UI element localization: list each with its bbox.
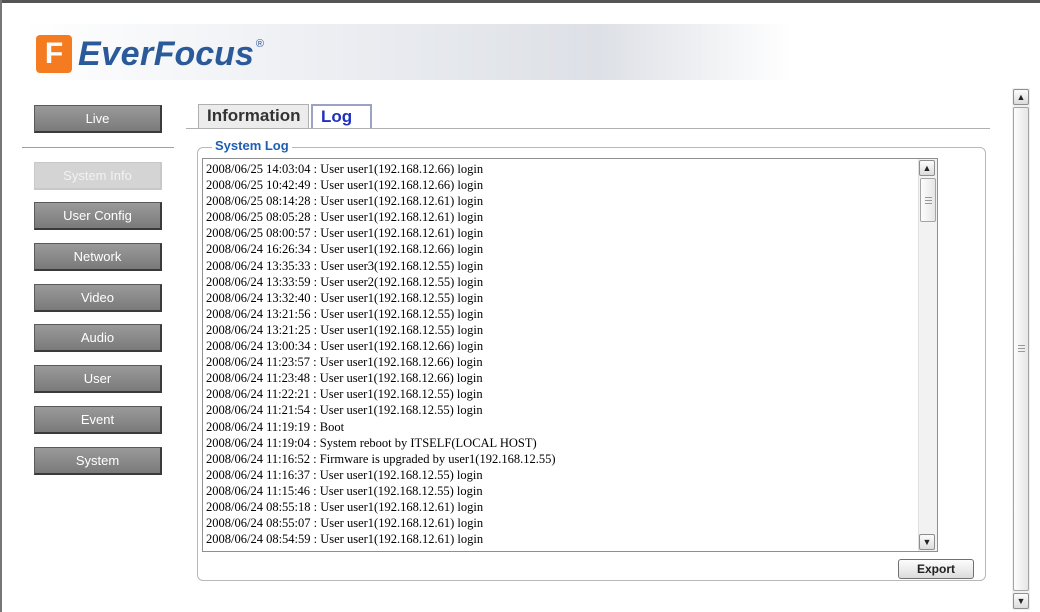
page-scroll-down-icon[interactable]: ▼ bbox=[1013, 593, 1029, 609]
log-entry: 2008/06/24 11:15:46 : User user1(192.168… bbox=[206, 483, 483, 498]
log-entry: 2008/06/24 08:55:07 : User user1(192.168… bbox=[206, 516, 484, 531]
log-scroll-up-icon[interactable]: ▲ bbox=[919, 160, 935, 176]
everfocus-logo: F Ever Focus ® bbox=[36, 32, 264, 76]
log-entry: 2008/06/24 11:21:54 : User user1(192.168… bbox=[206, 403, 483, 418]
thumb-grip-line bbox=[925, 203, 932, 204]
nav-event-button[interactable]: Event bbox=[34, 406, 162, 434]
log-entry: 2008/06/24 13:32:40 : User user1(192.168… bbox=[206, 290, 484, 305]
nav-user-button[interactable]: User bbox=[34, 365, 162, 393]
log-entry: 2008/06/24 11:22:21 : User user1(192.168… bbox=[206, 387, 483, 402]
system-log-textarea[interactable]: 2008/06/25 14:03:04 : User user1(192.168… bbox=[202, 158, 938, 552]
export-button[interactable]: Export bbox=[898, 559, 974, 579]
nav-live-button[interactable]: Live bbox=[34, 105, 162, 133]
logo-text-ever: Ever bbox=[78, 34, 154, 73]
log-entry: 2008/06/25 10:42:49 : User user1(192.168… bbox=[206, 178, 484, 193]
log-entry: 2008/06/24 11:23:48 : User user1(192.168… bbox=[206, 371, 483, 386]
thumb-grip-line bbox=[1018, 345, 1025, 346]
log-entry: 2008/06/25 08:14:28 : User user1(192.168… bbox=[206, 194, 484, 209]
log-entry: 2008/06/24 11:23:57 : User user1(192.168… bbox=[206, 355, 483, 370]
logo-mark-icon: F bbox=[36, 35, 72, 73]
registered-mark: ® bbox=[255, 38, 264, 50]
nav-audio-button[interactable]: Audio bbox=[34, 324, 162, 352]
log-entry: 2008/06/25 08:00:57 : User user1(192.168… bbox=[206, 226, 484, 241]
log-scroll-thumb[interactable] bbox=[920, 178, 936, 222]
page-scroll-thumb[interactable] bbox=[1013, 107, 1029, 591]
nav-system-info-button[interactable]: System Info bbox=[34, 162, 162, 190]
log-entry: 2008/06/24 08:54:59 : User user1(192.168… bbox=[206, 532, 484, 547]
log-scrollbar[interactable]: ▲ ▼ bbox=[918, 159, 937, 551]
log-entry: 2008/06/24 11:19:19 : Boot bbox=[206, 419, 345, 434]
log-entry: 2008/06/24 13:21:25 : User user1(192.168… bbox=[206, 322, 484, 337]
log-lines: 2008/06/25 14:03:04 : User user1(192.168… bbox=[206, 161, 918, 547]
logo-text-focus: Focus bbox=[153, 34, 254, 73]
nav-video-button[interactable]: Video bbox=[34, 284, 162, 312]
page-scrollbar[interactable]: ▲ ▼ bbox=[1012, 88, 1030, 610]
tab-log[interactable]: Log bbox=[311, 104, 372, 128]
log-entry: 2008/06/24 13:35:33 : User user3(192.168… bbox=[206, 258, 484, 273]
log-entry: 2008/06/24 16:26:34 : User user1(192.168… bbox=[206, 242, 484, 257]
log-entry: 2008/06/24 13:21:56 : User user1(192.168… bbox=[206, 306, 484, 321]
log-entry: 2008/06/25 14:03:04 : User user1(192.168… bbox=[206, 162, 484, 176]
thumb-grip-line bbox=[1018, 348, 1025, 349]
log-entry: 2008/06/24 08:55:18 : User user1(192.168… bbox=[206, 499, 484, 514]
nav-network-button[interactable]: Network bbox=[34, 243, 162, 271]
window-top-border bbox=[0, 0, 1040, 3]
thumb-grip-line bbox=[925, 200, 932, 201]
window-left-border bbox=[0, 0, 2, 612]
nav-separator bbox=[22, 147, 174, 148]
thumb-grip-line bbox=[925, 197, 932, 198]
log-entry: 2008/06/24 11:19:04 : System reboot by I… bbox=[206, 435, 537, 450]
tab-underline bbox=[186, 128, 990, 129]
log-scroll-down-icon[interactable]: ▼ bbox=[919, 534, 935, 550]
log-entry: 2008/06/25 08:05:28 : User user1(192.168… bbox=[206, 210, 484, 225]
tab-information[interactable]: Information bbox=[198, 104, 309, 128]
nav-user-config-button[interactable]: User Config bbox=[34, 202, 162, 230]
page-scroll-up-icon[interactable]: ▲ bbox=[1013, 89, 1029, 105]
system-log-legend: System Log bbox=[212, 138, 292, 153]
log-entry: 2008/06/24 11:16:37 : User user1(192.168… bbox=[206, 467, 483, 482]
nav-system-button[interactable]: System bbox=[34, 447, 162, 475]
thumb-grip-line bbox=[1018, 351, 1025, 352]
log-entry: 2008/06/24 13:00:34 : User user1(192.168… bbox=[206, 339, 484, 354]
log-entry: 2008/06/24 11:16:52 : Firmware is upgrad… bbox=[206, 451, 556, 466]
log-entry: 2008/06/24 13:33:59 : User user2(192.168… bbox=[206, 274, 484, 289]
